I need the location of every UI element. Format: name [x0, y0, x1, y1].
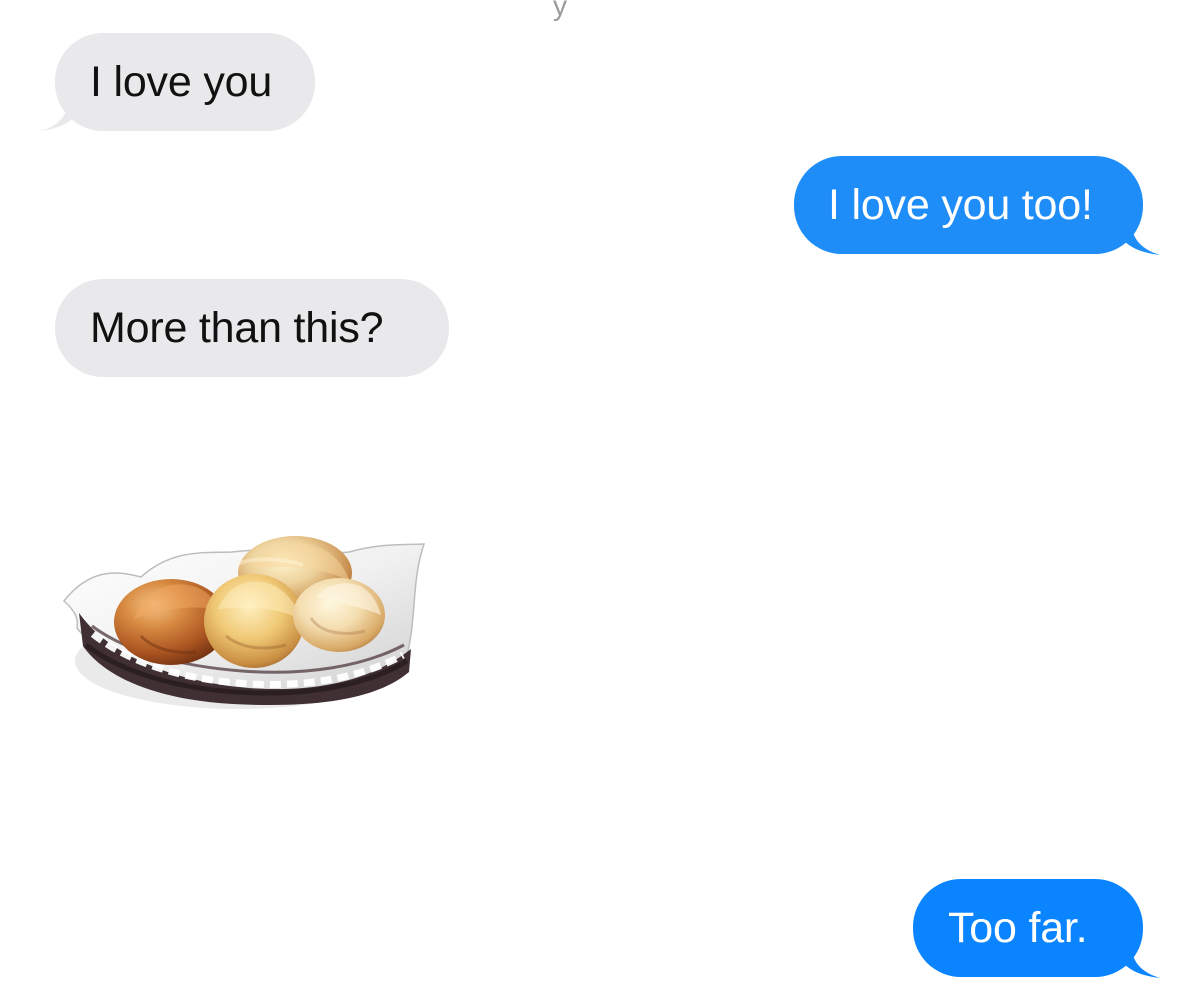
bread-basket-image[interactable] — [62, 527, 430, 709]
message-text: Too far. — [948, 904, 1088, 952]
incoming-message-bubble[interactable]: I love you — [55, 33, 315, 131]
message-text: I love you — [90, 58, 273, 106]
message-time-fragment: y — [553, 0, 567, 21]
outgoing-message-bubble[interactable]: I love you too! — [794, 156, 1143, 254]
outgoing-message-bubble[interactable]: Too far. — [913, 879, 1143, 977]
message-text: More than this? — [90, 304, 384, 352]
incoming-message-bubble[interactable]: More than this? — [55, 279, 449, 377]
message-text: I love you too! — [828, 181, 1093, 229]
